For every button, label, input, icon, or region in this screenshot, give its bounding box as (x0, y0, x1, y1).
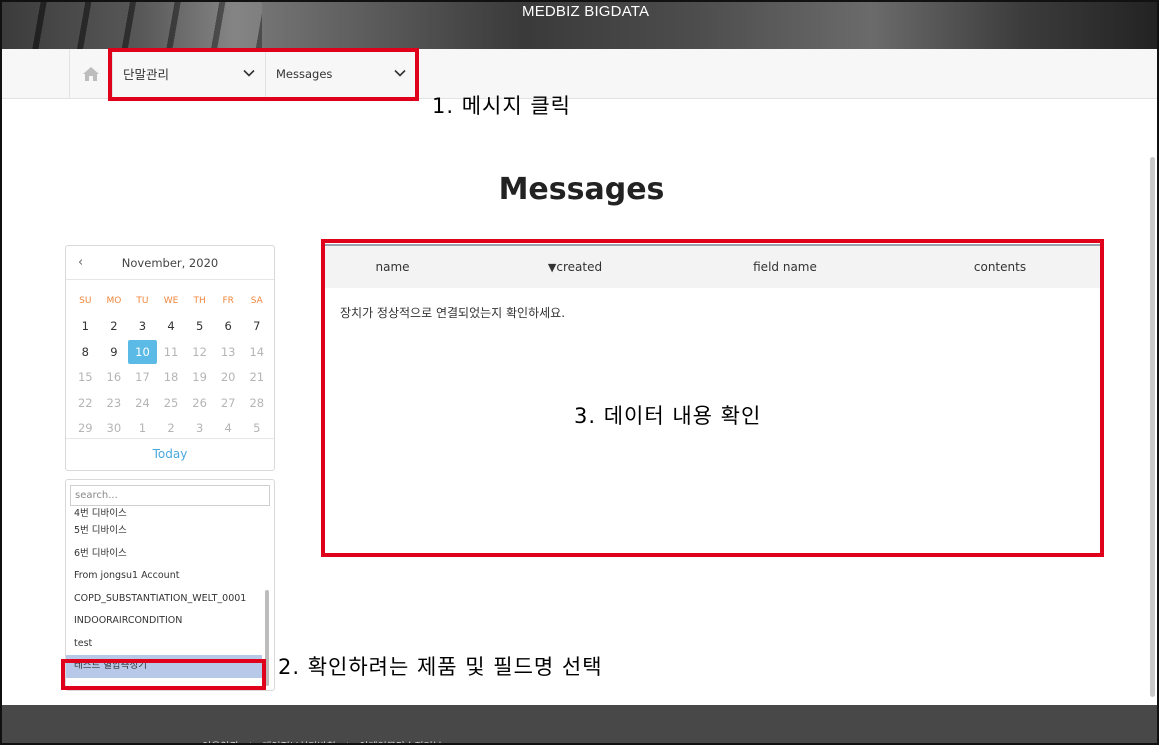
calendar-day[interactable]: 8 (71, 345, 100, 359)
device-list-item[interactable]: From jongsu1 Account (66, 565, 262, 588)
calendar-day[interactable]: 7 (242, 319, 271, 333)
calendar-day[interactable]: 1 (128, 421, 157, 435)
device-list-item[interactable]: COPD_SUBSTANTIATION_WELT_0001 (66, 588, 262, 611)
weekday-label: FR (222, 295, 234, 306)
weekday-label: SA (250, 295, 263, 306)
page-scrollbar[interactable] (1150, 157, 1155, 697)
home-button[interactable] (69, 49, 113, 98)
screenshot-frame: MEDBIZ BIGDATA 단말관리 Messages 1. 메시지 클릭 M… (0, 0, 1159, 745)
calendar-day[interactable]: 21 (242, 370, 271, 384)
calendar-day[interactable]: 18 (157, 370, 186, 384)
annotation-box-step1 (108, 48, 419, 101)
calendar-day[interactable]: 3 (185, 421, 214, 435)
calendar-day[interactable]: 13 (214, 345, 243, 359)
calendar-day[interactable]: 12 (185, 345, 214, 359)
calendar-day[interactable]: 3 (128, 319, 157, 333)
device-list-item[interactable]: 4번 디바이스 (66, 508, 262, 520)
calendar-day[interactable]: 27 (214, 396, 243, 410)
weekday-label: WE (163, 295, 179, 306)
calendar-day[interactable]: 22 (71, 396, 100, 410)
device-list-item[interactable]: 5번 디바이스 (66, 520, 262, 543)
weekday-label: TU (136, 295, 149, 306)
calendar-grid: SU MO TU WE TH FR SA 1 2 3 4 5 6 7 8 9 10 11 12 13 14 15 16 17 1… (71, 288, 271, 441)
device-search-input[interactable] (70, 485, 270, 506)
annotation-step1: 1. 메시지 클릭 (432, 94, 571, 118)
calendar-day[interactable]: 28 (242, 396, 271, 410)
calendar-week-row: 8 9 10 11 12 13 14 (71, 339, 271, 365)
calendar-week-row: 15 16 17 18 19 20 21 (71, 365, 271, 391)
calendar-day[interactable]: 4 (157, 319, 186, 333)
calendar-day[interactable]: 29 (71, 421, 100, 435)
calendar-day[interactable]: 30 (100, 421, 129, 435)
calendar-week-row: 22 23 24 25 26 27 28 (71, 390, 271, 416)
calendar-day[interactable]: 24 (128, 396, 157, 410)
weekday-label: TH (193, 295, 206, 306)
calendar-day-selected[interactable]: 10 (128, 339, 157, 364)
page-title: Messages (498, 172, 665, 207)
annotation-step3: 3. 데이터 내용 확인 (574, 404, 762, 428)
calendar-day[interactable]: 1 (71, 319, 100, 333)
calendar-day[interactable]: 5 (242, 421, 271, 435)
annotation-step2: 2. 확인하려는 제품 및 필드명 선택 (278, 655, 603, 679)
calendar-day[interactable]: 17 (128, 370, 157, 384)
annotation-box-step2 (61, 659, 266, 690)
calendar-day[interactable]: 2 (157, 421, 186, 435)
footer: 이용약관|개인정보처리방침|이메일무단수집거부 (2, 705, 1157, 743)
calendar-day[interactable]: 16 (100, 370, 129, 384)
device-list-item[interactable]: 6번 디바이스 (66, 543, 262, 566)
calendar-week-row: 1234567 (71, 314, 271, 340)
calendar-day[interactable]: 6 (214, 319, 243, 333)
brand-title[interactable]: MEDBIZ BIGDATA (522, 3, 649, 20)
date-calendar: ‹ November, 2020 SU MO TU WE TH FR SA 1 2 3 4 5 6 7 8 9… (65, 245, 275, 471)
calendar-day[interactable]: 25 (157, 396, 186, 410)
device-list-item[interactable]: test (66, 633, 262, 656)
calendar-day[interactable]: 11 (157, 345, 186, 359)
keyboard-photo (2, 2, 262, 49)
today-button[interactable]: Today (66, 438, 274, 472)
annotation-box-step3 (321, 239, 1104, 557)
weekday-label: SU (79, 295, 92, 306)
calendar-day[interactable]: 20 (214, 370, 243, 384)
device-list: 4번 디바이스 5번 디바이스 6번 디바이스 From jongsu1 Accoun… (66, 508, 262, 678)
calendar-day[interactable]: 19 (185, 370, 214, 384)
home-icon (83, 66, 99, 81)
calendar-day[interactable]: 5 (185, 319, 214, 333)
device-list-item[interactable]: INDOORAIRCONDITION (66, 610, 262, 633)
calendar-day[interactable]: 14 (242, 345, 271, 359)
calendar-month-label: November, 2020 (121, 256, 219, 270)
calendar-day[interactable]: 2 (100, 319, 129, 333)
calendar-day[interactable]: 9 (100, 345, 129, 359)
footer-links: 이용약관|개인정보처리방침|이메일무단수집거부 (202, 738, 452, 743)
header-banner: MEDBIZ BIGDATA (2, 2, 1157, 49)
weekday-header-row: SU MO TU WE TH FR SA (71, 288, 271, 314)
calendar-day[interactable]: 26 (185, 396, 214, 410)
weekday-label: MO (106, 295, 122, 306)
calendar-day[interactable]: 15 (71, 370, 100, 384)
calendar-day[interactable]: 23 (100, 396, 129, 410)
calendar-day[interactable]: 4 (214, 421, 243, 435)
calendar-header: ‹ November, 2020 (66, 246, 274, 280)
